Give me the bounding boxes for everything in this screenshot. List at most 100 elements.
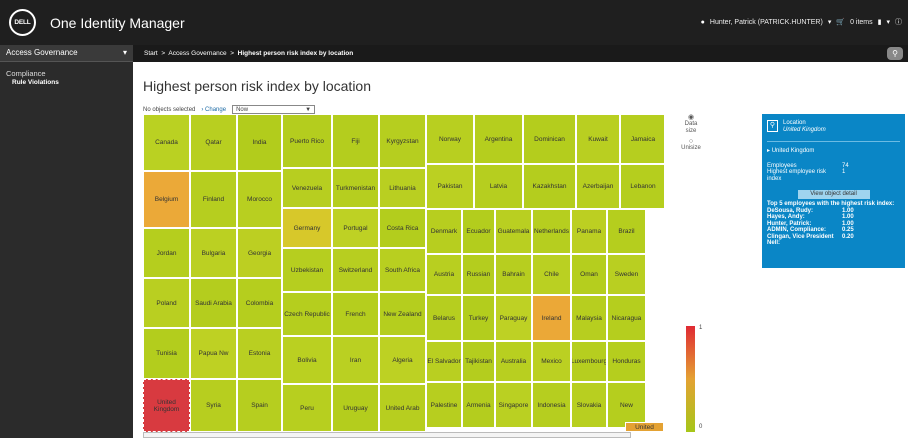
treemap-cell[interactable]: Tunisia xyxy=(143,328,190,379)
treemap-cell[interactable]: Palestine xyxy=(426,382,462,428)
treemap-cell[interactable]: New Zealand xyxy=(379,292,426,336)
treemap-cell[interactable]: Peru xyxy=(282,384,332,432)
treemap-cell[interactable]: Honduras xyxy=(607,341,646,382)
treemap-cell[interactable]: Latvia xyxy=(474,164,523,209)
treemap-cell[interactable]: Spain xyxy=(237,379,282,432)
treemap-cell[interactable]: Sweden xyxy=(607,254,646,295)
treemap-cell[interactable]: Finland xyxy=(190,171,237,228)
treemap-cell[interactable]: Bulgaria xyxy=(190,228,237,278)
treemap-cell[interactable]: Belgium xyxy=(143,171,190,228)
treemap-cell[interactable]: Denmark xyxy=(426,209,462,254)
treemap-cell[interactable]: Singapore xyxy=(495,382,532,428)
treemap-cell[interactable]: Oman xyxy=(571,254,607,295)
treemap-cell[interactable]: Luxembourg xyxy=(571,341,607,382)
treemap-cell[interactable]: Lithuania xyxy=(379,168,426,208)
treemap-cell[interactable]: India xyxy=(237,114,282,171)
treemap-cell[interactable]: Malaysia xyxy=(571,295,607,341)
treemap-cell[interactable]: Brazil xyxy=(607,209,646,254)
treemap-cell[interactable]: Ecuador xyxy=(462,209,495,254)
treemap-cell[interactable]: Azerbaijan xyxy=(576,164,620,209)
treemap-cell[interactable]: Algeria xyxy=(379,336,426,384)
treemap-cell[interactable]: Mexico xyxy=(532,341,571,382)
treemap-cell[interactable]: Armenia xyxy=(462,382,495,428)
treemap-cell[interactable]: Dominican xyxy=(523,114,576,164)
treemap-cell[interactable]: Nicaragua xyxy=(607,295,646,341)
treemap-cell[interactable]: Bahrain xyxy=(495,254,532,295)
treemap-cell[interactable]: Iran xyxy=(332,336,379,384)
treemap-cell[interactable]: Australia xyxy=(495,341,532,382)
treemap-cell[interactable]: Switzerland xyxy=(332,248,379,292)
horizontal-scrollbar[interactable] xyxy=(143,432,631,438)
treemap-cell[interactable]: Bolivia xyxy=(282,336,332,384)
treemap-cell[interactable]: Puerto Rico xyxy=(282,114,332,168)
treemap-cell[interactable]: Papua Nw xyxy=(190,328,237,379)
treemap-cell[interactable]: El Salvador xyxy=(426,341,462,382)
cart-icon[interactable]: 🛒 xyxy=(836,18,845,26)
treemap-cell[interactable]: Turkey xyxy=(462,295,495,341)
treemap-cell[interactable]: Venezuela xyxy=(282,168,332,208)
treemap-cell[interactable]: Jamaica xyxy=(620,114,664,164)
treemap-cell[interactable]: Saudi Arabia xyxy=(190,278,237,328)
view-object-detail-button[interactable]: View object detail xyxy=(797,190,870,199)
treemap-cell[interactable]: French xyxy=(332,292,379,336)
treemap-cell[interactable]: Netherlands xyxy=(532,209,571,254)
sidebar-section-header[interactable]: Access Governance ▾ xyxy=(0,45,133,62)
treemap-cell[interactable]: Syria xyxy=(190,379,237,432)
change-link[interactable]: › Change xyxy=(201,107,226,113)
treemap-cell[interactable]: Portugal xyxy=(332,208,379,248)
search-button[interactable]: ⚲ xyxy=(887,47,903,60)
treemap-cell[interactable]: Tajikistan xyxy=(462,341,495,382)
treemap-cell[interactable]: Estonia xyxy=(237,328,282,379)
treemap-cell[interactable]: Norway xyxy=(426,114,474,164)
treemap-cell[interactable]: Fiji xyxy=(332,114,379,168)
treemap-cell[interactable]: Czech Republic xyxy=(282,292,332,336)
treemap-cell[interactable]: United Kingdom xyxy=(143,379,190,432)
treemap-cell[interactable]: Belarus xyxy=(426,295,462,341)
treemap-cell[interactable]: Indonesia xyxy=(532,382,571,428)
treemap-cell[interactable]: Germany xyxy=(282,208,332,248)
data-size-radio[interactable]: ◉ xyxy=(681,114,701,121)
treemap-cell[interactable]: Lebanon xyxy=(620,164,664,209)
treemap-cell[interactable]: Guatemala xyxy=(495,209,532,254)
sidebar-group-compliance[interactable]: Compliance xyxy=(0,62,133,79)
treemap-cell[interactable]: Panama xyxy=(571,209,607,254)
treemap-cell[interactable]: Slovakia xyxy=(571,382,607,428)
time-dropdown[interactable]: Now ▼ xyxy=(232,105,316,114)
treemap-cell[interactable]: Pakistan xyxy=(426,164,474,209)
unisize-radio[interactable]: ○ xyxy=(681,138,701,145)
chevron-down-icon[interactable]: ▾ xyxy=(886,18,890,26)
treemap-cell[interactable]: South Africa xyxy=(379,248,426,292)
treemap-cell[interactable]: United Arab xyxy=(379,384,426,432)
treemap-cell[interactable]: Ireland xyxy=(532,295,571,341)
chevron-down-icon[interactable]: ▾ xyxy=(828,18,832,26)
breadcrumb-parent[interactable]: Access Governance xyxy=(168,50,226,57)
treemap-cell[interactable]: Jordan xyxy=(143,228,190,278)
treemap-cell[interactable]: Turkmenistan xyxy=(332,168,379,208)
risk-label: Highest employee risk index xyxy=(767,169,827,182)
treemap-cell[interactable]: Paraguay xyxy=(495,295,532,341)
treemap-cell[interactable]: Kazakhstan xyxy=(523,164,576,209)
treemap-cell[interactable]: Morocco xyxy=(237,171,282,228)
treemap-cell[interactable]: Austria xyxy=(426,254,462,295)
treemap-cell[interactable]: Poland xyxy=(143,278,190,328)
treemap-cell[interactable]: Kyrgyzstan xyxy=(379,114,426,168)
user-menu[interactable]: Hunter, Patrick (PATRICK.HUNTER) xyxy=(710,19,823,26)
treemap-overflow-cell[interactable]: United xyxy=(625,422,664,432)
page-title: Highest person risk index by location xyxy=(143,78,372,94)
treemap-cell[interactable]: Colombia xyxy=(237,278,282,328)
treemap-cell[interactable]: Russian xyxy=(462,254,495,295)
treemap-cell[interactable]: Kuwait xyxy=(576,114,620,164)
treemap-cell[interactable]: Argentina xyxy=(474,114,523,164)
treemap-cell[interactable]: Chile xyxy=(532,254,571,295)
treemap-cell[interactable]: Uruguay xyxy=(332,384,379,432)
sidebar-item-rule-violations[interactable]: Rule Violations xyxy=(0,79,133,86)
treemap-cell[interactable]: Uzbekistan xyxy=(282,248,332,292)
treemap-cell[interactable]: Georgia xyxy=(237,228,282,278)
breadcrumb-start[interactable]: Start xyxy=(144,50,158,57)
bookmark-icon[interactable]: ▮ xyxy=(878,18,882,26)
cart-count[interactable]: 0 items xyxy=(850,19,873,26)
treemap-cell[interactable]: Canada xyxy=(143,114,190,171)
info-icon[interactable]: ⓘ xyxy=(895,17,902,27)
treemap-cell[interactable]: Qatar xyxy=(190,114,237,171)
treemap-cell[interactable]: Costa Rica xyxy=(379,208,426,248)
